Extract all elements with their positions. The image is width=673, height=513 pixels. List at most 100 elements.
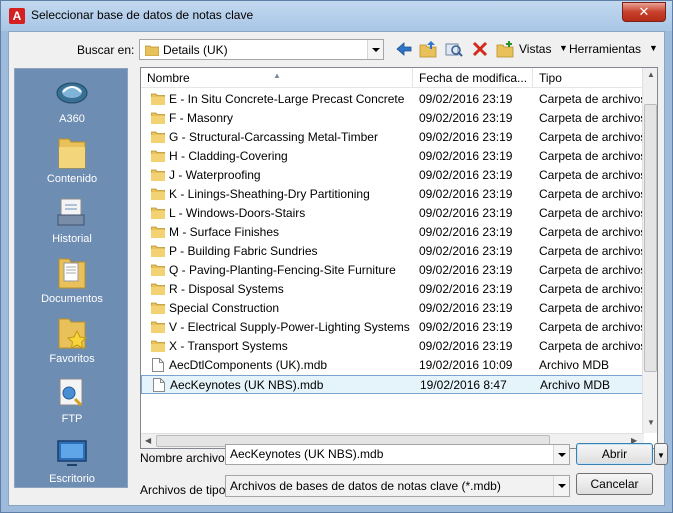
places-bar: A360 Contenido Historial Documentos Favo… <box>14 68 128 488</box>
place-favoritos[interactable]: Favoritos <box>15 309 129 369</box>
file-type: Carpeta de archivos <box>539 149 644 163</box>
folder-icon <box>151 283 165 295</box>
file-type: Carpeta de archivos <box>539 168 644 182</box>
file-list[interactable]: ▲ Nombre Fecha de modifica... Tipo E - I… <box>140 67 658 449</box>
file-row[interactable]: H - Cladding-Covering 09/02/2016 23:19 Car… <box>141 147 644 166</box>
file-name: AecKeynotes (UK NBS).mdb <box>170 378 324 392</box>
file-type: Carpeta de archivos <box>539 244 644 258</box>
file-type: Carpeta de archivos <box>539 92 644 106</box>
file-row[interactable]: R - Disposal Systems 09/02/2016 23:19 Carp… <box>141 280 644 299</box>
file-date: 09/02/2016 23:19 <box>419 149 513 163</box>
ftp-icon <box>59 378 83 407</box>
file-type: Carpeta de archivos <box>539 320 644 334</box>
file-name: J - Waterproofing <box>169 168 261 182</box>
file-row[interactable]: Q - Paving-Planting-Fencing-Site Furnitu… <box>141 261 644 280</box>
file-date: 09/02/2016 23:19 <box>419 244 513 258</box>
file-name: Q - Paving-Planting-Fencing-Site Furnitu… <box>169 263 396 277</box>
place-label: FTP <box>61 413 83 425</box>
views-label: Vistas <box>519 42 552 56</box>
file-type: Archivo MDB <box>540 378 611 392</box>
file-date: 09/02/2016 23:19 <box>419 320 513 334</box>
list-header: ▲ Nombre Fecha de modifica... Tipo <box>141 68 644 88</box>
place-historial[interactable]: Historial <box>15 189 129 249</box>
file-date: 09/02/2016 23:19 <box>419 301 513 315</box>
file-rows: E - In Situ Concrete-Large Precast Concr… <box>141 90 644 430</box>
lookin-combo[interactable]: Details (UK) <box>139 39 384 60</box>
scroll-up-icon[interactable]: ▲ <box>647 70 655 79</box>
file-name: L - Windows-Doors-Stairs <box>169 206 306 220</box>
filetype-label: Archivos de tipo: <box>140 483 229 497</box>
new-folder-icon[interactable] <box>495 39 515 59</box>
place-label: Documentos <box>41 293 103 305</box>
place-a360[interactable]: A360 <box>15 69 129 129</box>
file-row[interactable]: M - Surface Finishes 09/02/2016 23:19 Carp… <box>141 223 644 242</box>
file-row[interactable]: L - Windows-Doors-Stairs 09/02/2016 23:19… <box>141 204 644 223</box>
file-date: 09/02/2016 23:19 <box>419 282 513 296</box>
open-button[interactable]: Abrir <box>576 443 653 465</box>
folder-icon <box>151 207 165 219</box>
file-name: F - Masonry <box>169 111 234 125</box>
place-contenido[interactable]: Contenido <box>15 129 129 189</box>
file-date: 09/02/2016 23:19 <box>419 168 513 182</box>
folder-icon <box>58 138 86 169</box>
place-ftp[interactable]: FTP <box>15 369 129 429</box>
file-date: 09/02/2016 23:19 <box>419 339 513 353</box>
filetype-combo[interactable]: Archivos de bases de datos de notas clav… <box>225 475 570 497</box>
column-header-type[interactable]: Tipo <box>533 68 644 88</box>
folder-icon <box>145 45 159 56</box>
file-row[interactable]: AecDtlComponents (UK).mdb 19/02/2016 10:0… <box>141 356 644 375</box>
file-row[interactable]: AecKeynotes (UK NBS).mdb 19/02/2016 8:47 A… <box>141 375 644 394</box>
filename-field[interactable]: AecKeynotes (UK NBS).mdb <box>225 444 570 465</box>
filename-value: AecKeynotes (UK NBS).mdb <box>230 447 384 461</box>
chevron-down-icon[interactable] <box>367 40 383 59</box>
file-date: 09/02/2016 23:19 <box>419 263 513 277</box>
scroll-down-icon[interactable]: ▼ <box>647 418 655 427</box>
file-name: R - Disposal Systems <box>169 282 284 296</box>
file-row[interactable]: E - In Situ Concrete-Large Precast Concr… <box>141 90 644 109</box>
tools-menu-button[interactable]: Herramientas ▼ <box>569 39 661 59</box>
file-row[interactable]: X - Transport Systems 09/02/2016 23:19 Car… <box>141 337 644 356</box>
file-date: 09/02/2016 23:19 <box>419 111 513 125</box>
place-documentos[interactable]: Documentos <box>15 249 129 309</box>
up-folder-icon[interactable] <box>419 39 437 59</box>
folder-icon <box>151 112 165 124</box>
chevron-down-icon: ▼ <box>559 43 568 53</box>
search-web-icon[interactable] <box>445 39 463 59</box>
place-label: Escritorio <box>49 473 95 485</box>
dialog-body: Buscar en: Details (UK) Vistas ▼ Herrami… <box>8 31 668 506</box>
vertical-scroll-thumb[interactable] <box>644 104 657 372</box>
file-row[interactable]: K - Linings-Sheathing-Dry Partitioning 09… <box>141 185 644 204</box>
file-name: AecDtlComponents (UK).mdb <box>169 358 328 372</box>
scroll-left-icon[interactable]: ◀ <box>145 436 151 445</box>
file-row[interactable]: V - Electrical Supply-Power-Lighting Sys… <box>141 318 644 337</box>
close-button[interactable]: ✕ <box>622 2 666 22</box>
chevron-down-icon[interactable] <box>553 445 569 464</box>
chevron-down-icon[interactable] <box>553 476 569 496</box>
folder-icon <box>151 131 165 143</box>
desktop-icon <box>57 440 87 466</box>
views-menu-button[interactable]: Vistas ▼ <box>519 39 568 59</box>
file-row[interactable]: F - Masonry 09/02/2016 23:19 Carpeta de ar… <box>141 109 644 128</box>
tools-label: Herramientas <box>569 42 642 56</box>
file-date: 09/02/2016 23:19 <box>419 225 513 239</box>
place-escritorio[interactable]: Escritorio <box>15 429 129 489</box>
file-row[interactable]: G - Structural-Carcassing Metal-Timber 09… <box>141 128 644 147</box>
file-date: 09/02/2016 23:19 <box>419 206 513 220</box>
open-options-button[interactable]: ▼ <box>654 443 668 465</box>
vertical-scrollbar[interactable]: ▲ ▼ <box>642 68 657 433</box>
column-header-date[interactable]: Fecha de modifica... <box>413 68 533 88</box>
dialog-window: A Seleccionar base de datos de notas cla… <box>0 0 673 513</box>
file-name: P - Building Fabric Sundries <box>169 244 318 258</box>
title-bar[interactable]: A Seleccionar base de datos de notas cla… <box>1 1 672 31</box>
cancel-button[interactable]: Cancelar <box>576 473 653 495</box>
file-date: 09/02/2016 23:19 <box>419 187 513 201</box>
file-type: Carpeta de archivos <box>539 282 644 296</box>
file-row[interactable]: Special Construction 09/02/2016 23:19 Carp… <box>141 299 644 318</box>
back-arrow-icon[interactable] <box>395 39 413 59</box>
column-header-name[interactable]: ▲ Nombre <box>141 68 413 88</box>
file-row[interactable]: P - Building Fabric Sundries 09/02/2016 2… <box>141 242 644 261</box>
file-type: Carpeta de archivos <box>539 111 644 125</box>
delete-icon[interactable] <box>471 39 489 59</box>
file-row[interactable]: J - Waterproofing 09/02/2016 23:19 Carpeta… <box>141 166 644 185</box>
file-type: Carpeta de archivos <box>539 206 644 220</box>
